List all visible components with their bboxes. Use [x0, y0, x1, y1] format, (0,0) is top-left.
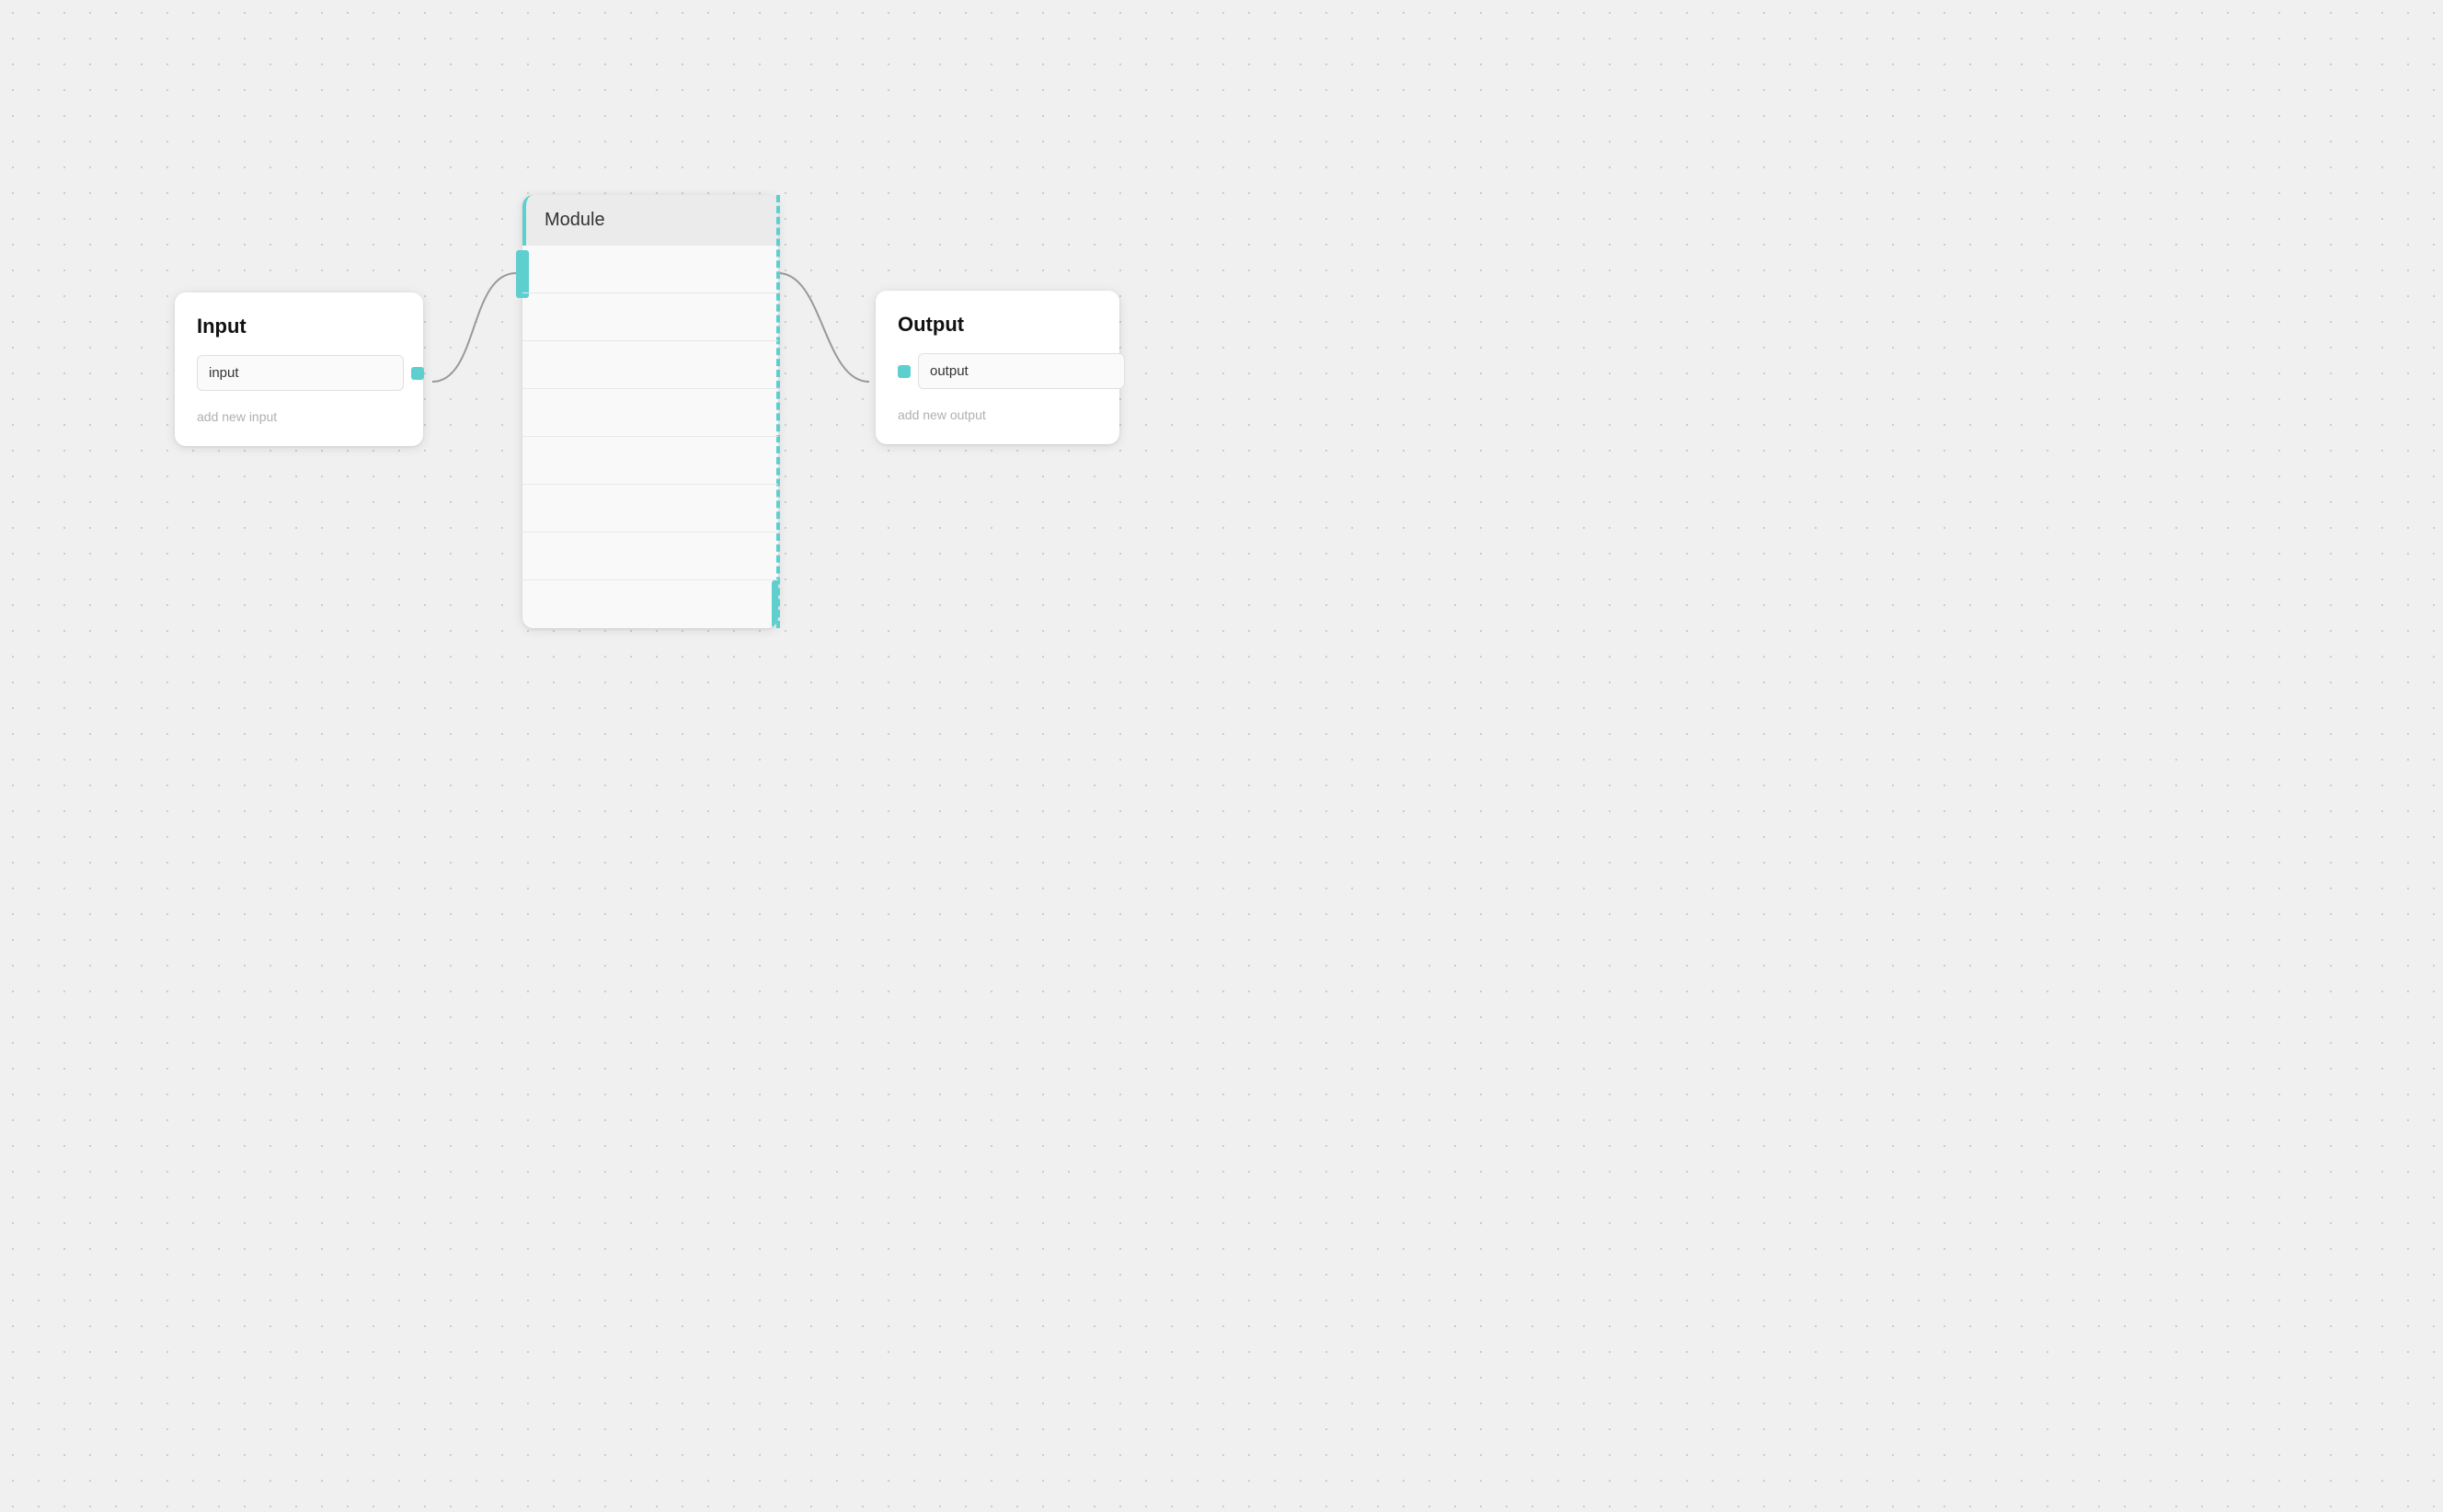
output-field[interactable]: [918, 353, 1125, 389]
output-input-port[interactable]: [898, 365, 911, 378]
output-node: Output add new output: [876, 291, 1119, 444]
connection-input-to-module: [432, 273, 516, 382]
module-header: Module: [522, 195, 778, 246]
module-output-port[interactable]: [772, 580, 778, 628]
module-node: Module: [522, 195, 778, 628]
input-node: Input add new input: [175, 292, 423, 446]
output-node-title: Output: [898, 313, 1097, 337]
input-field-row: [197, 355, 401, 391]
module-body: [522, 246, 778, 628]
input-node-title: Input: [197, 315, 401, 338]
module-row-5: [522, 437, 778, 485]
add-new-input-label[interactable]: add new input: [197, 406, 401, 428]
module-row-7: [522, 533, 778, 580]
connection-module-to-output: [778, 273, 869, 382]
module-row-6: [522, 485, 778, 533]
connections-layer: [0, 0, 2443, 1512]
input-field[interactable]: [197, 355, 404, 391]
input-output-port[interactable]: [411, 367, 424, 380]
module-row-3: [522, 341, 778, 389]
output-field-row: [898, 353, 1097, 389]
module-row-2: [522, 293, 778, 341]
module-row-8: [522, 580, 778, 628]
module-row-4: [522, 389, 778, 437]
add-new-output-label[interactable]: add new output: [898, 404, 1097, 426]
module-row-1: [522, 246, 778, 293]
module-title: Module: [545, 210, 605, 230]
